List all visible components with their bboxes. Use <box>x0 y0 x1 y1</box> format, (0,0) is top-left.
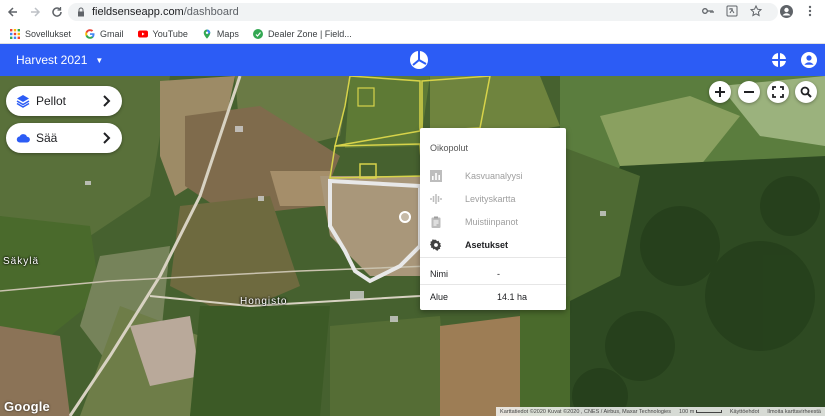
plus-icon <box>715 87 725 97</box>
bookmark-label: Sovellukset <box>25 28 72 39</box>
google-logo: Google <box>4 399 50 414</box>
app-header: Harvest 2021 ▼ <box>0 44 825 76</box>
layers-toggle-icon[interactable] <box>771 52 787 68</box>
scale-bar <box>695 409 722 413</box>
bookmark-label: Gmail <box>100 28 124 39</box>
reload-icon[interactable] <box>48 3 66 21</box>
menu-item-settings[interactable]: Asetukset <box>430 237 560 253</box>
map-attribution: Karttatiedot ©2020 Kuvat ©2020 , CNES / … <box>496 407 825 416</box>
minus-icon <box>744 91 754 93</box>
profile-avatar-icon[interactable] <box>779 4 793 18</box>
place-label-hongisto: Hongisto <box>240 296 288 307</box>
menu-item-label: Levityskartta <box>465 194 516 204</box>
address-bar[interactable]: fieldsenseapp.com /dashboard <box>68 3 778 21</box>
popup-divider <box>420 284 566 285</box>
chevron-right-icon <box>103 95 111 107</box>
gear-icon <box>430 239 442 251</box>
info-value: - <box>497 269 500 279</box>
star-icon[interactable] <box>749 4 763 18</box>
google-icon <box>85 28 95 39</box>
bookmark-gmail[interactable]: Gmail <box>85 29 124 39</box>
apps-grid-icon <box>10 28 20 39</box>
weather-panel-button[interactable]: Sää <box>6 123 122 153</box>
lock-icon <box>78 7 84 17</box>
app-logo-icon <box>410 51 428 69</box>
bookmark-apps[interactable]: Sovellukset <box>10 28 72 39</box>
menu-item-growth-analysis[interactable]: Kasvuanalyysi <box>430 168 560 184</box>
field-shortcuts-popup: Oikopolut Kasvuanalyysi Levityskartta Mu… <box>420 128 566 310</box>
info-key: Nimi <box>430 269 448 279</box>
info-value: 14.1 ha <box>497 292 528 302</box>
bookmark-youtube[interactable]: YouTube <box>137 28 188 39</box>
clipboard-icon <box>431 216 441 228</box>
map-search-button[interactable] <box>795 81 817 103</box>
fullscreen-icon <box>772 86 784 98</box>
dealer-zone-icon <box>252 28 263 39</box>
menu-item-label: Asetukset <box>465 240 509 250</box>
bookmark-dealer-zone[interactable]: Dealer Zone | Field... <box>252 28 352 39</box>
forward-icon[interactable] <box>26 3 44 21</box>
translate-icon[interactable] <box>725 4 739 18</box>
search-icon <box>800 86 812 98</box>
caret-down-icon: ▼ <box>95 55 104 65</box>
popup-divider <box>420 257 566 258</box>
url-host: fieldsenseapp.com <box>92 6 184 18</box>
fields-panel-button[interactable]: Pellot <box>6 86 122 116</box>
report-error-link[interactable]: Ilmoita karttavirheestä <box>767 409 821 415</box>
bookmark-label: Dealer Zone | Field... <box>267 28 352 39</box>
info-row-area: Alue 14.1 ha <box>430 292 560 302</box>
info-row-name: Nimi - <box>430 269 560 279</box>
season-label: Harvest 2021 <box>16 53 88 67</box>
bar-chart-icon <box>430 170 442 182</box>
spread-map-icon <box>430 194 442 204</box>
maps-icon <box>203 29 211 39</box>
menu-item-label: Kasvuanalyysi <box>465 171 523 181</box>
season-selector[interactable]: Harvest 2021 ▼ <box>16 53 103 67</box>
menu-item-label: Muistiinpanot <box>465 217 519 227</box>
place-label-sakyla: Säkylä <box>3 256 40 267</box>
account-icon[interactable] <box>801 52 817 68</box>
attribution-data[interactable]: Karttatiedot ©2020 Kuvat ©2020 , CNES / … <box>500 409 671 415</box>
bookmark-maps[interactable]: Maps <box>202 29 239 39</box>
terms-link[interactable]: Käyttöehdot <box>730 409 759 415</box>
fullscreen-button[interactable] <box>767 81 789 103</box>
bookmarks-bar: Sovellukset Gmail YouTube Maps Dealer Zo… <box>0 24 825 44</box>
popup-title: Oikopolut <box>430 143 469 153</box>
chevron-right-icon <box>103 132 111 144</box>
weather-label: Sää <box>36 131 58 145</box>
url-path: /dashboard <box>183 6 239 18</box>
back-icon[interactable] <box>4 3 22 21</box>
map-scale[interactable]: 100 m <box>679 409 722 415</box>
scale-label: 100 m <box>679 408 695 415</box>
cloud-icon <box>16 134 30 143</box>
map-imagery <box>0 76 825 416</box>
bookmark-label: Maps <box>216 28 239 39</box>
browser-toolbar: fieldsenseapp.com /dashboard <box>0 0 825 24</box>
menu-item-notes[interactable]: Muistiinpanot <box>430 214 560 230</box>
zoom-out-button[interactable] <box>738 81 760 103</box>
field-location-marker[interactable] <box>399 211 411 223</box>
info-key: Alue <box>430 292 449 302</box>
layers-icon <box>16 95 30 108</box>
youtube-icon <box>137 30 148 37</box>
menu-dots-icon[interactable] <box>803 4 817 18</box>
satellite-map[interactable]: Pellot Sää Säkylä Hongisto Oikopolut Kas… <box>0 76 825 416</box>
key-icon[interactable] <box>701 4 715 18</box>
fields-label: Pellot <box>36 94 67 108</box>
bookmark-label: YouTube <box>152 28 188 39</box>
zoom-in-button[interactable] <box>709 81 731 103</box>
menu-item-spread-map[interactable]: Levityskartta <box>430 191 560 207</box>
